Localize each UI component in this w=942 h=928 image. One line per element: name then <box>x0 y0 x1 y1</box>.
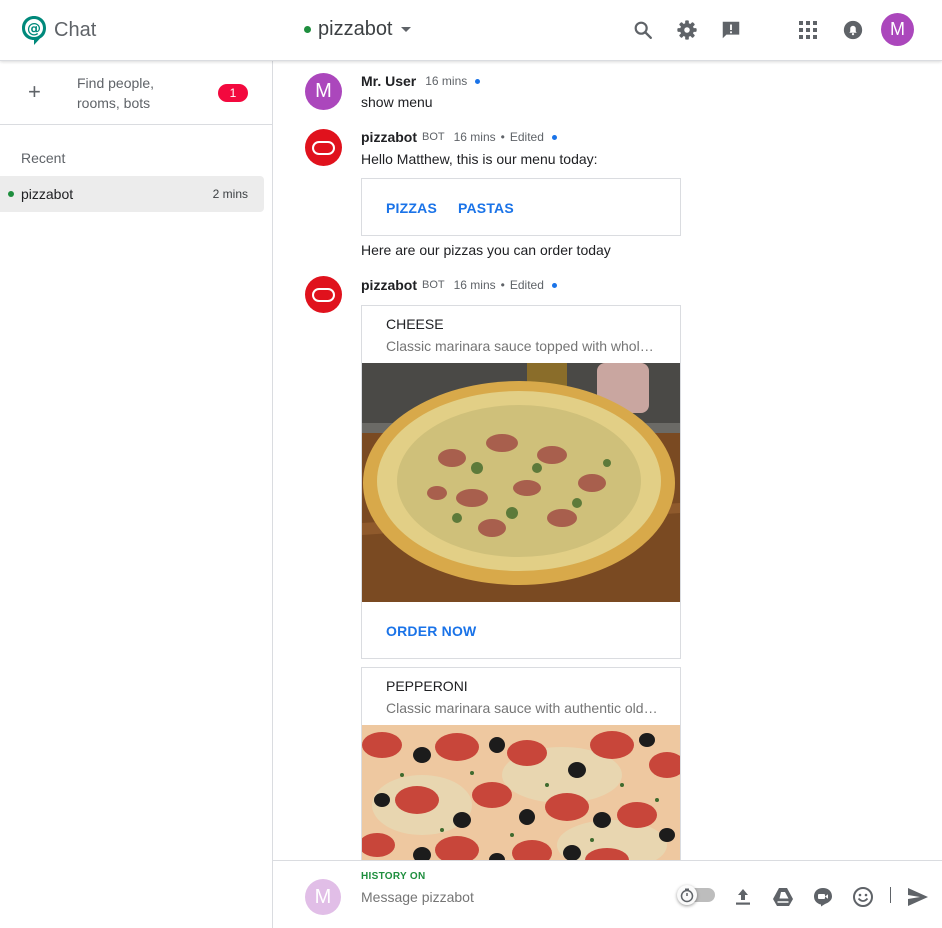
find-people-label: Find people, rooms, bots <box>77 75 155 111</box>
oracle-logo-icon <box>312 287 335 302</box>
edited-label: Edited <box>509 130 544 144</box>
separator-dot: • <box>500 278 505 292</box>
room-title-text: pizzabot <box>318 18 393 40</box>
message-author: pizzabot <box>361 129 417 145</box>
message-header: Mr. User 16 mins <box>361 73 481 89</box>
card-title: PEPPERONI <box>386 678 468 694</box>
unread-dot <box>475 78 481 84</box>
invite-count-badge: 1 <box>218 84 248 102</box>
message-text: show menu <box>361 94 433 110</box>
meet-icon[interactable] <box>811 885 835 909</box>
pizza-card-cheese: CHEESE Classic marinara sauce topped wit… <box>361 305 681 659</box>
bot-avatar[interactable] <box>305 129 342 166</box>
message-header: pizzabot BOT 16 mins • Edited <box>361 129 557 145</box>
top-bar: @ Chat pizzabot M <box>0 0 942 61</box>
bot-tag: BOT <box>422 131 445 143</box>
separator-dot: • <box>500 130 505 144</box>
bot-tag: BOT <box>422 279 445 291</box>
history-status[interactable]: HISTORY ON <box>361 871 426 882</box>
sidebar-item-label: pizzabot <box>21 186 74 202</box>
pastas-button[interactable]: PASTAS <box>458 200 514 216</box>
message-author: Mr. User <box>361 73 417 89</box>
online-status-dot <box>304 26 311 33</box>
gear-icon[interactable] <box>674 17 700 43</box>
cheese-pizza-image <box>362 363 680 602</box>
avatar[interactable]: M <box>305 73 342 110</box>
plus-icon: + <box>28 79 41 104</box>
message-time: 16 mins <box>425 74 468 88</box>
emoji-icon[interactable] <box>851 885 875 909</box>
sidebar-item-pizzabot[interactable]: pizzabot 2 mins <box>0 176 264 212</box>
find-people-button[interactable]: + Find people, rooms, bots 1 <box>0 61 272 125</box>
message-time: 16 mins <box>453 130 496 144</box>
unread-dot <box>551 134 557 140</box>
card-title: CHEESE <box>386 316 444 332</box>
chat-logo-icon: @ <box>22 16 46 45</box>
sidebar-item-time: 2 mins <box>212 187 248 201</box>
send-icon[interactable] <box>906 885 930 909</box>
app-logo[interactable]: @ Chat <box>20 14 96 46</box>
message-input[interactable] <box>361 886 661 908</box>
menu-card: PIZZAS PASTAS <box>361 178 681 236</box>
card-subtitle: Classic marinara sauce with authentic ol… <box>386 700 658 716</box>
avatar: M <box>305 879 341 915</box>
oracle-logo-icon <box>312 140 335 155</box>
search-icon[interactable] <box>630 17 656 43</box>
message-text: Here are our pizzas you can order today <box>361 242 611 258</box>
divider <box>890 887 891 903</box>
chevron-down-icon <box>400 27 411 32</box>
pepperoni-pizza-image <box>362 725 680 860</box>
room-title[interactable]: pizzabot <box>304 18 411 41</box>
card-actions: ORDER NOW <box>362 602 680 658</box>
unread-dot <box>551 282 557 288</box>
apps-grid-icon[interactable] <box>795 17 821 43</box>
notifications-icon[interactable] <box>840 17 866 43</box>
message-time: 16 mins <box>453 278 496 292</box>
order-now-button[interactable]: ORDER NOW <box>386 623 476 639</box>
feedback-icon[interactable] <box>718 17 744 43</box>
sidebar: + Find people, rooms, bots 1 Recent pizz… <box>0 61 273 928</box>
message-text: Hello Matthew, this is our menu today: <box>361 151 598 167</box>
online-status-dot <box>8 191 14 197</box>
message-stream[interactable]: M Mr. User 16 mins show menu pizzabot BO… <box>273 61 942 860</box>
edited-label: Edited <box>509 278 544 292</box>
composer: M HISTORY ON <box>273 860 942 928</box>
drive-icon[interactable] <box>771 885 795 909</box>
app-name: Chat <box>54 18 97 41</box>
pizza-card-pepperoni: PEPPERONI Classic marinara sauce with au… <box>361 667 681 860</box>
card-subtitle: Classic marinara sauce topped with whole… <box>386 338 658 354</box>
bot-avatar[interactable] <box>305 276 342 313</box>
message-author: pizzabot <box>361 277 417 293</box>
account-avatar[interactable]: M <box>881 13 914 46</box>
upload-icon[interactable] <box>731 885 755 909</box>
timer-icon[interactable] <box>677 885 697 905</box>
pizzas-button[interactable]: PIZZAS <box>386 200 437 216</box>
recent-section-header: Recent <box>21 150 66 166</box>
message-header: pizzabot BOT 16 mins • Edited <box>361 277 557 293</box>
svg-text:@: @ <box>27 21 41 37</box>
